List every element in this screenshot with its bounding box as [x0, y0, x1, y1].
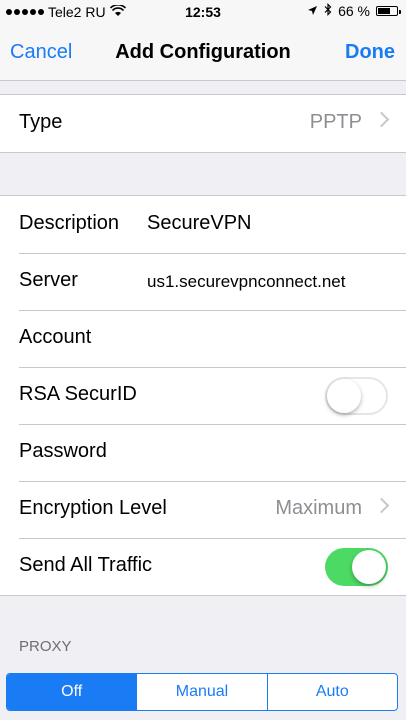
proxy-option-off[interactable]: Off	[7, 674, 137, 710]
battery-fill	[378, 8, 390, 14]
server-label: Server	[19, 269, 78, 291]
toggle-knob	[327, 379, 361, 413]
type-label: Type	[19, 111, 63, 133]
bluetooth-icon	[324, 3, 332, 19]
send-all-traffic-toggle[interactable]	[325, 548, 388, 586]
account-label: Account	[19, 326, 92, 348]
proxy-option-auto[interactable]: Auto	[266, 674, 397, 710]
encryption-level-label: Encryption Level	[19, 497, 167, 519]
proxy-option-manual[interactable]: Manual	[136, 674, 266, 710]
send-all-traffic-row: Send All Traffic	[0, 538, 406, 595]
proxy-section-header: PROXY	[19, 638, 72, 655]
done-button[interactable]: Done	[345, 41, 395, 64]
battery-percent: 66 %	[338, 3, 370, 19]
navigation-bar: Cancel Add Configuration Done	[0, 24, 406, 81]
type-row[interactable]: Type PPTP	[0, 95, 406, 152]
encryption-level-row[interactable]: Encryption Level Maximum	[0, 481, 406, 538]
battery-icon	[376, 6, 401, 16]
encryption-level-value: Maximum	[275, 497, 362, 519]
toggle-knob	[352, 550, 386, 584]
account-row[interactable]: Account	[0, 310, 406, 367]
location-arrow-icon	[307, 3, 318, 19]
rsa-securid-toggle[interactable]	[325, 377, 388, 415]
proxy-segmented-control: Off Manual Auto	[6, 673, 398, 711]
server-row[interactable]: Server us1.securevpnconnect.net	[0, 253, 406, 310]
configuration-group: Description SecureVPN Server us1.securev…	[0, 195, 406, 596]
status-right: 66 %	[307, 3, 401, 19]
type-group: Type PPTP	[0, 94, 406, 153]
description-label: Description	[19, 212, 120, 234]
server-field[interactable]: us1.securevpnconnect.net	[147, 272, 345, 292]
description-row[interactable]: Description SecureVPN	[0, 196, 406, 253]
type-value: PPTP	[309, 111, 362, 133]
chevron-right-icon	[373, 497, 390, 514]
description-field[interactable]: SecureVPN	[147, 212, 252, 235]
password-row[interactable]: Password	[0, 424, 406, 481]
chevron-right-icon	[373, 111, 390, 128]
status-bar: Tele2 RU 12:53 66 %	[0, 0, 406, 24]
rsa-securid-label: RSA SecurID	[19, 383, 137, 405]
send-all-traffic-label: Send All Traffic	[19, 554, 153, 576]
rsa-securid-row: RSA SecurID	[0, 367, 406, 424]
password-label: Password	[19, 440, 107, 462]
